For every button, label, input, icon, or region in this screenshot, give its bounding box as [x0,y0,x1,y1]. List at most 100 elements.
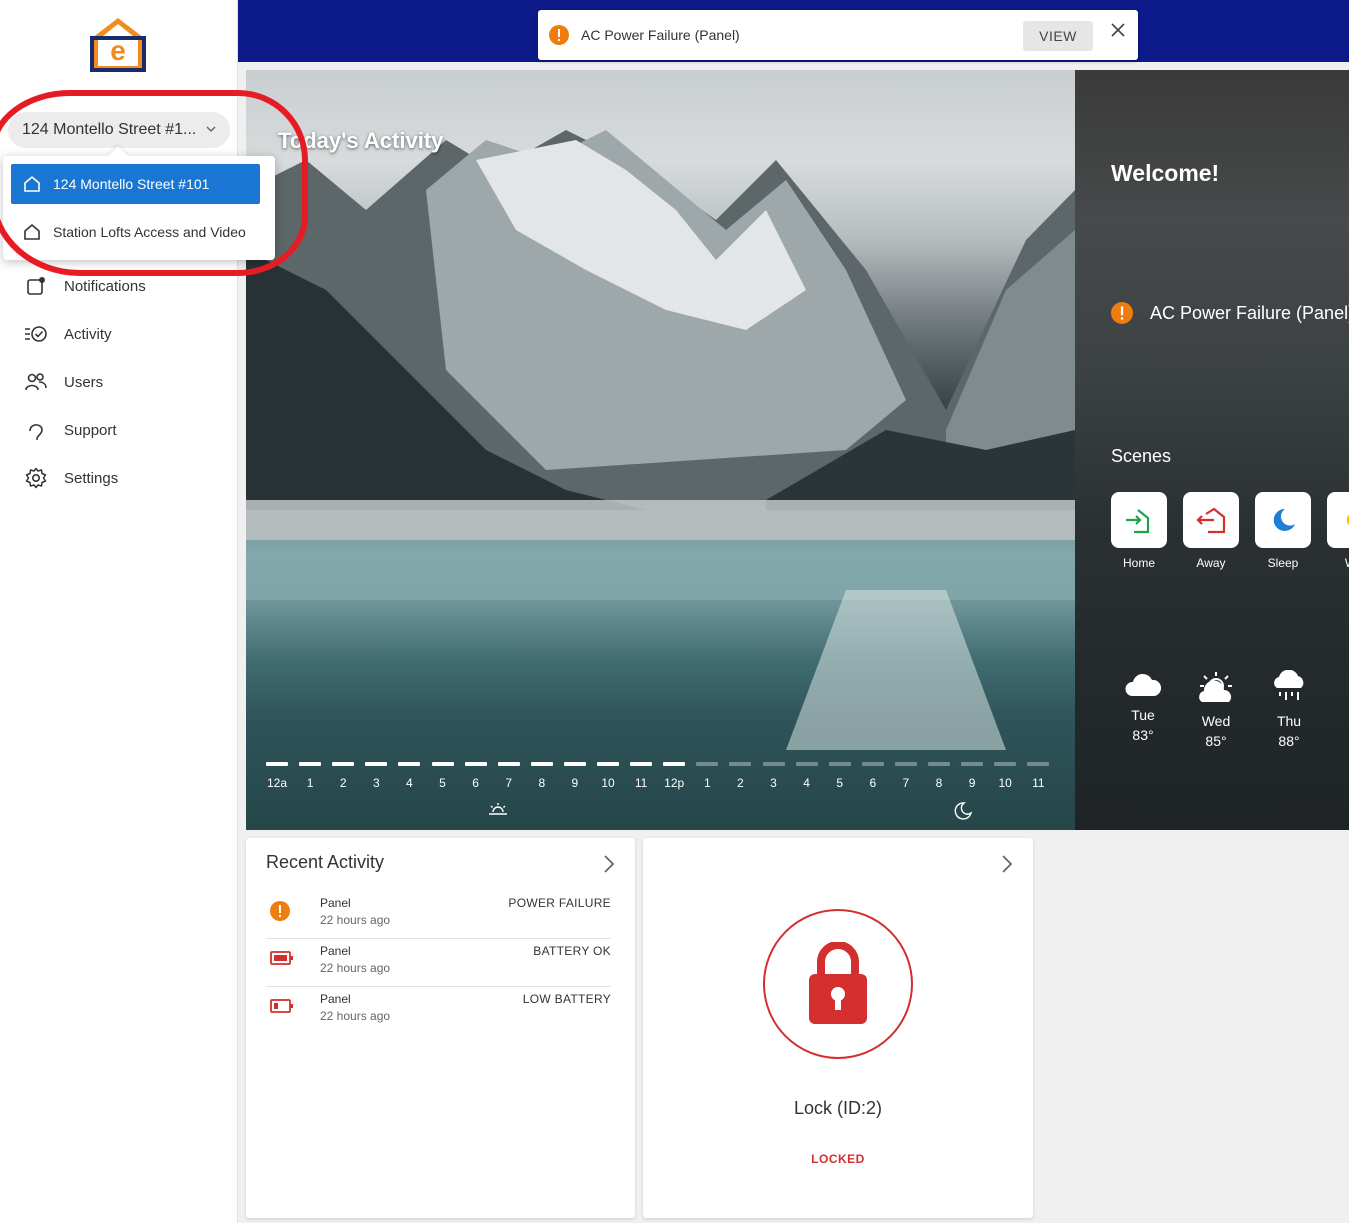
weather-temp: 88° [1278,733,1300,749]
warning-icon [549,25,569,45]
moon-icon [954,802,972,820]
timeline-hour-label: 7 [505,776,513,790]
timeline-hour-label: 3 [770,776,777,790]
timeline-hour-label: 8 [538,776,546,790]
location-select[interactable]: 124 Montello Street #1... [8,112,230,148]
timeline-hour-tick [299,762,322,766]
mountain-lake-background [246,130,1075,750]
timeline-hour-tick [530,762,553,766]
location-option-label: 124 Montello Street #101 [53,176,210,192]
warning-icon [270,901,290,921]
timeline-hour-label: 9 [968,776,976,790]
scene-home[interactable]: Home [1111,492,1167,570]
moon-icon [1273,508,1295,531]
timeline-hour-tick [894,762,917,766]
chevron-right-icon[interactable] [1001,854,1013,874]
timeline-hour-label: 9 [571,776,579,790]
partly-sunny-icon [1199,672,1232,702]
timeline-hour-label: 5 [836,776,844,790]
timeline-hour-label: 4 [803,776,810,790]
timeline-hour-label: 8 [935,776,943,790]
weather-day-label: Thu [1276,713,1302,729]
timeline-hour-tick [795,762,818,766]
hero-title: Today's Activity [278,128,444,153]
weather-day-label: Wed [1201,713,1231,729]
scene-tile [1183,492,1239,548]
scene-sleep[interactable]: Sleep [1255,492,1311,570]
activity-time: 22 hours ago [320,961,391,975]
timeline-hour-tick [828,762,851,766]
activity-icon [24,322,48,346]
timeline-hour-label: 6 [472,776,479,790]
close-icon[interactable] [1110,22,1126,38]
scenes-label: Scenes [1111,446,1172,466]
activity-status: LOW BATTERY [522,992,611,1006]
card-title: Recent Activity [266,852,385,872]
timeline-hour-tick [398,762,421,766]
svg-text:e: e [110,35,126,66]
padlock-icon [809,942,867,1024]
view-button[interactable]: VIEW [1023,21,1093,51]
sidebar-item-notifications[interactable]: Notifications [0,262,238,310]
timeline-hour-tick [332,762,355,766]
recent-activity-card: Recent Activity Panel 22 hours ago POWER… [246,838,635,1218]
timeline-hour-label: 12a [266,776,288,790]
timeline-hour-tick [464,762,487,766]
location-select-value: 124 Montello Street #1... [22,121,197,138]
home-outline-icon [24,223,40,240]
activity-row[interactable]: Panel 22 hours ago POWER FAILURE [266,891,611,939]
activity-status: BATTERY OK [533,944,611,958]
timeline-hour-tick [762,762,785,766]
warning-icon [1111,302,1133,324]
timeline-hour-label: 1 [306,776,314,790]
timeline-hour-tick [729,762,752,766]
chevron-down-icon [206,126,216,133]
timeline-hour-label: 1 [703,776,711,790]
location-option-montello[interactable]: 124 Montello Street #101 [11,164,260,204]
location-option-station-lofts[interactable]: Station Lofts Access and Video [11,212,260,252]
activity-row[interactable]: Panel 22 hours ago LOW BATTERY [266,987,611,1035]
rain-icon [1274,669,1304,700]
activity-row[interactable]: Panel 22 hours ago BATTERY OK [266,939,611,987]
sidebar-item-label: Support [64,421,117,439]
timeline-hour-label: 10 [601,776,615,790]
location-option-label: Station Lofts Access and Video [53,224,246,240]
alert-text: AC Power Failure (Panel) [1150,302,1349,323]
home-outline-icon [24,175,40,192]
timeline-hour-tick [365,762,388,766]
timeline-hour-label: 11 [1032,776,1045,790]
location-dropdown: 124 Montello Street #101 Station Lofts A… [3,156,275,260]
weather-day: Tue 83° [1118,670,1168,743]
activity-device: Panel [320,992,351,1006]
activity-time: 22 hours ago [320,1009,391,1023]
battery-full-icon [270,951,293,965]
weather-temp: 83° [1132,727,1154,743]
app-logo[interactable]: e [90,16,146,72]
wake-icon [1346,514,1349,526]
timeline-hour-tick [961,762,984,766]
alert-toast: AC Power Failure (Panel) VIEW [538,10,1138,60]
timeline-hour-label: 10 [998,776,1012,790]
weather-day: Thu 88° [1264,669,1314,749]
alert-row[interactable]: AC Power Failure (Panel) [1111,302,1349,324]
lock-toggle[interactable] [763,909,913,1059]
activity-timeline: 12a 1 2 3 4 5 6 7 8 9 10 11 12p 1 2 3 4 5 6 7 8 9 10 11 [266,762,1056,822]
welcome-panel: Welcome! AC Power Failure (Panel) Scenes… [1075,70,1349,830]
lock-card: Lock (ID:2) LOCKED [643,838,1033,1218]
timeline-hour-label: 6 [869,776,877,790]
weather-temp: 85° [1205,733,1227,749]
timeline-hour-tick [266,762,288,766]
sidebar-item-activity[interactable]: Activity [0,310,238,358]
chevron-right-icon[interactable] [603,854,615,874]
timeline-hour-tick [630,762,653,766]
sidebar-item-users[interactable]: Users [0,358,238,406]
scene-wake[interactable]: Wal [1327,492,1349,570]
scene-away[interactable]: Away [1183,492,1239,570]
sidebar-item-settings[interactable]: Settings [0,454,238,502]
battery-low-icon [270,999,293,1013]
support-icon [24,418,48,442]
timeline-hour-label: 2 [339,776,347,790]
sidebar-item-label: Settings [64,469,119,487]
notifications-icon [24,274,48,298]
sidebar-item-support[interactable]: Support [0,406,238,454]
